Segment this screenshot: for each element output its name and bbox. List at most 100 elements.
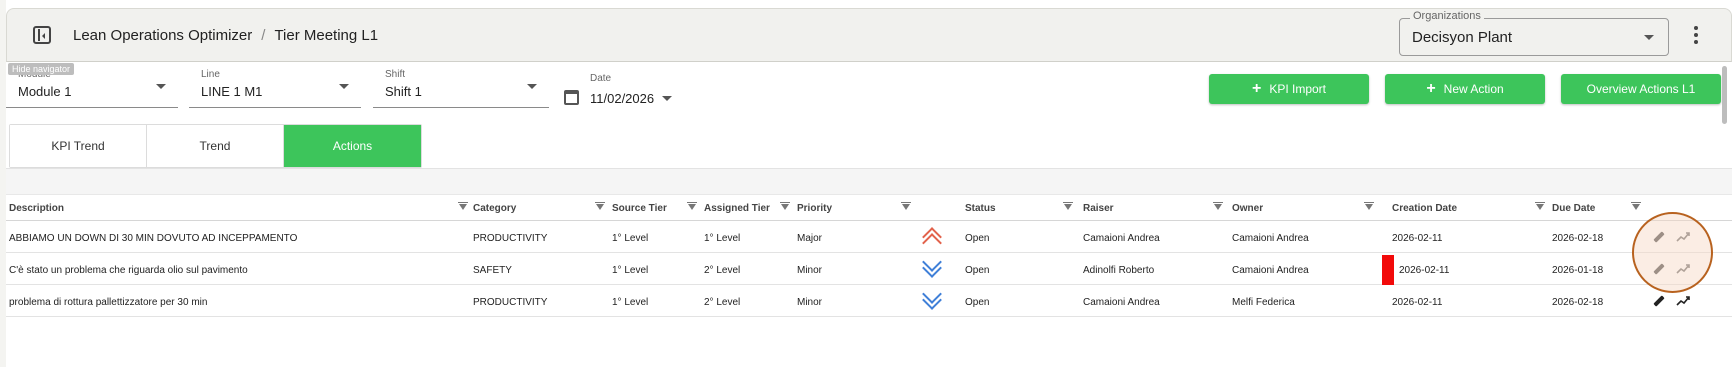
column-header-creation-date[interactable]: Creation Date — [1392, 203, 1457, 214]
line-select[interactable]: Line LINE 1 M1 — [189, 66, 361, 108]
cell-category: PRODUCTIVITY — [473, 297, 548, 308]
organization-label: Organizations — [1410, 10, 1484, 22]
filter-icon[interactable] — [595, 202, 605, 210]
kpi-import-label: KPI Import — [1269, 82, 1327, 96]
tab-kpi-trend[interactable]: KPI Trend — [10, 125, 147, 167]
cell-source-tier: 1° Level — [612, 297, 649, 308]
plus-icon: + — [1426, 80, 1436, 97]
chevron-down-icon — [527, 84, 537, 89]
column-header-owner[interactable]: Owner — [1232, 203, 1263, 214]
line-value: LINE 1 M1 — [201, 84, 263, 99]
double-chevron-up-icon — [920, 226, 944, 246]
cell-status: Open — [965, 297, 990, 308]
new-action-button[interactable]: + New Action — [1385, 74, 1545, 104]
breadcrumb-separator: / — [261, 27, 266, 44]
breadcrumb: Lean Operations Optimizer / Tier Meeting L… — [73, 27, 378, 44]
column-header-description[interactable]: Description — [9, 203, 64, 214]
line-label: Line — [201, 69, 220, 80]
more-menu-icon[interactable] — [1690, 26, 1702, 48]
breadcrumb-page: Tier Meeting L1 — [274, 27, 379, 44]
column-header-due-date[interactable]: Due Date — [1552, 203, 1595, 214]
module-value: Module 1 — [18, 84, 72, 99]
breadcrumb-app[interactable]: Lean Operations Optimizer — [73, 27, 252, 44]
date-picker[interactable]: Date 11/02/2026 — [562, 70, 682, 112]
chevron-down-icon — [1644, 35, 1654, 40]
kpi-import-button[interactable]: + KPI Import — [1209, 74, 1369, 104]
cell-due-date: 2026-02-18 — [1552, 297, 1604, 308]
cell-due-date: 2026-01-18 — [1552, 265, 1604, 276]
organization-select[interactable]: Organizations Decisyon Plant — [1399, 10, 1669, 56]
cell-creation-date: 2026-02-11 — [1399, 265, 1450, 276]
chevron-down-icon — [156, 84, 166, 89]
filter-icon[interactable] — [1063, 202, 1073, 210]
double-chevron-down-icon — [920, 290, 944, 310]
shift-value: Shift 1 — [385, 84, 422, 99]
cell-source-tier: 1° Level — [612, 265, 649, 276]
table-header: Description Category Source Tier Assigne… — [6, 194, 1732, 221]
cell-raiser: Camaioni Andrea — [1083, 297, 1160, 308]
sidebar-toggle-icon[interactable] — [33, 26, 51, 44]
cell-creation-date: 2026-02-11 — [1392, 297, 1443, 308]
chevron-down-icon — [339, 84, 349, 89]
top-header: Lean Operations Optimizer / Tier Meeting L… — [6, 8, 1732, 62]
filter-icon[interactable] — [1535, 202, 1545, 210]
table-row[interactable]: ABBIAMO UN DOWN DI 30 MIN DOVUTO AD INCE… — [6, 221, 1732, 253]
filter-icon[interactable] — [1213, 202, 1223, 210]
new-action-label: New Action — [1443, 82, 1504, 96]
cell-assigned-tier: 2° Level — [704, 265, 741, 276]
cell-raiser: Camaioni Andrea — [1083, 233, 1160, 244]
filter-icon[interactable] — [458, 202, 468, 210]
filter-icon[interactable] — [1631, 202, 1641, 210]
vertical-scrollbar[interactable] — [1722, 66, 1727, 124]
table-toolbar — [6, 168, 1732, 194]
cell-raiser: Adinolfi Roberto — [1083, 265, 1155, 276]
cell-priority: Minor — [797, 297, 823, 308]
cell-owner: Camaioni Andrea — [1232, 265, 1309, 276]
column-header-assigned-tier[interactable]: Assigned Tier — [704, 203, 770, 214]
double-chevron-down-icon — [920, 258, 944, 278]
view-tabs: KPI Trend Trend Actions — [9, 124, 422, 168]
shift-label: Shift — [385, 69, 406, 80]
cell-assigned-tier: 2° Level — [704, 297, 741, 308]
column-header-priority[interactable]: Priority — [797, 203, 832, 214]
app-window: Lean Operations Optimizer / Tier Meeting L… — [0, 0, 1732, 367]
cell-source-tier: 1° Level — [612, 233, 649, 244]
column-header-status[interactable]: Status — [965, 203, 996, 214]
cell-creation-date: 2026-02-11 — [1392, 233, 1443, 244]
cell-description: ABBIAMO UN DOWN DI 30 MIN DOVUTO AD INCE… — [9, 233, 298, 244]
filter-icon[interactable] — [780, 202, 790, 210]
organization-value: Decisyon Plant — [1412, 29, 1513, 46]
tab-trend[interactable]: Trend — [147, 125, 284, 167]
table-row[interactable]: problema di rottura pallettizzatore per … — [6, 285, 1732, 317]
cell-status: Open — [965, 265, 990, 276]
column-header-category[interactable]: Category — [473, 203, 516, 214]
column-header-source-tier[interactable]: Source Tier — [612, 203, 667, 214]
calendar-icon[interactable] — [564, 90, 579, 105]
cell-priority: Minor — [797, 265, 823, 276]
hide-navigator-tooltip: Hide navigator — [8, 63, 75, 75]
trend-icon[interactable] — [1676, 295, 1690, 307]
table-row[interactable]: C'è stato un problema che riguarda olio … — [6, 253, 1732, 285]
overdue-flag — [1382, 255, 1394, 285]
tab-actions[interactable]: Actions — [284, 125, 421, 167]
overview-actions-label: Overview Actions L1 — [1586, 82, 1696, 96]
cell-owner: Melfi Federica — [1232, 297, 1295, 308]
cell-description: C'è stato un problema che riguarda olio … — [9, 265, 248, 276]
filter-icon[interactable] — [901, 202, 911, 210]
cell-category: PRODUCTIVITY — [473, 233, 548, 244]
overview-actions-button[interactable]: Overview Actions L1 — [1561, 74, 1721, 104]
shift-select[interactable]: Shift Shift 1 — [373, 66, 549, 108]
highlight-annotation — [1632, 212, 1713, 293]
column-header-raiser[interactable]: Raiser — [1083, 203, 1114, 214]
chevron-down-icon — [662, 96, 672, 101]
plus-icon: + — [1251, 80, 1262, 97]
cell-assigned-tier: 1° Level — [704, 233, 741, 244]
cell-description: problema di rottura pallettizzatore per … — [9, 297, 208, 308]
cell-category: SAFETY — [473, 265, 512, 276]
cell-priority: Major — [797, 233, 823, 244]
cell-due-date: 2026-02-18 — [1552, 233, 1604, 244]
edit-icon[interactable] — [1652, 295, 1666, 309]
cell-status: Open — [965, 233, 990, 244]
filter-icon[interactable] — [687, 202, 697, 210]
filter-icon[interactable] — [1364, 202, 1374, 210]
